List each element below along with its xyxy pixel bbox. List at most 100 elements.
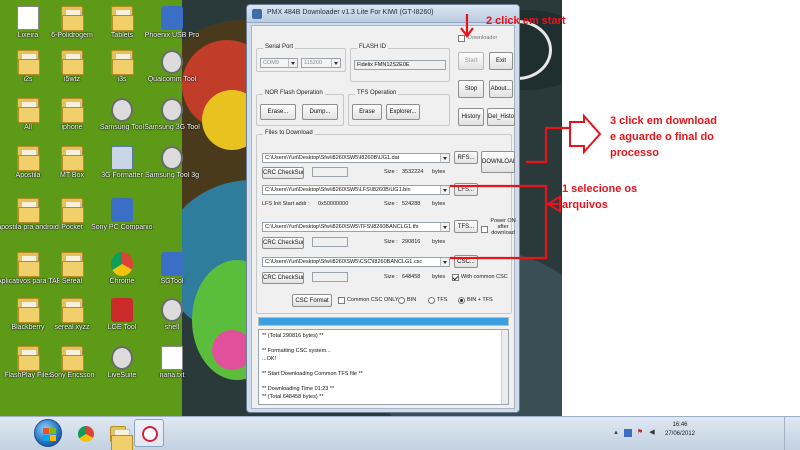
common-csc-only-label: Common CSC ONLY (347, 297, 399, 303)
tfs-radio-label: TFS (437, 297, 448, 303)
taskbar-chrome[interactable] (70, 419, 100, 447)
taskbar: ▴ ⚑ ◀ 16:46 27/06/2012 (0, 416, 800, 450)
with-common-csc-label: With common CSC (461, 274, 508, 280)
tfs-bytes-label: bytes (432, 239, 446, 245)
folder-icon (17, 252, 40, 277)
power-on-label: Power ON after download (490, 218, 516, 236)
folder-icon (61, 50, 84, 75)
downloader-app-icon (142, 426, 158, 442)
window-title-bar[interactable]: PMX 484B Downloader v1.3 Lite For KIWI (… (247, 5, 519, 23)
desktop-icon-label: Samsung Tool 3g (145, 172, 199, 179)
serial-port-group-label: Serial Port (263, 44, 296, 50)
taskbar-explorer[interactable] (102, 419, 133, 450)
downloader-checkbox[interactable] (458, 35, 465, 42)
app-icon (111, 298, 133, 322)
rfs-crc-field (312, 167, 348, 177)
rfs-crc-button[interactable]: CRC CheckSum (262, 167, 304, 179)
desktop-icon-label: Samsung 3G Tool (144, 124, 200, 131)
app-icon (161, 98, 183, 122)
stop-button[interactable]: Stop (458, 80, 484, 98)
tfs-size-label: Size : (384, 239, 398, 245)
folder-icon (17, 146, 40, 171)
desktop-icon-label: shell (164, 324, 180, 331)
desktop-icon[interactable]: Sony PC Companion 2.1 (91, 196, 153, 252)
baud-rate-select[interactable]: 115200 (301, 58, 341, 68)
baud-rate-value: 115200 (304, 60, 322, 66)
exit-button[interactable]: Exit (489, 52, 513, 70)
start-button[interactable]: Start (458, 52, 484, 70)
files-group-label: Files to Download (263, 130, 315, 136)
rfs-path: C:\Users\Yuri\Desktop\Sfw\i8260\SW5\I826… (265, 155, 400, 161)
folder-icon (61, 198, 84, 223)
com-port-value: COM9 (263, 60, 279, 66)
clock-time: 16:46 (672, 422, 688, 428)
app-icon (161, 50, 183, 74)
tfs-erase-button[interactable]: Erase (352, 104, 382, 120)
explorer-button[interactable]: Explorer... (386, 104, 420, 120)
taskbar-downloader[interactable] (134, 419, 164, 447)
flag-icon[interactable]: ⚑ (636, 429, 644, 437)
app-icon (111, 346, 133, 370)
folder-icon (61, 98, 84, 123)
about-button[interactable]: About... (489, 80, 513, 98)
clock[interactable]: 16:46 27/06/2012 (650, 421, 710, 439)
rfs-browse-button[interactable]: RFS... (454, 151, 478, 164)
common-csc-only-checkbox[interactable] (338, 297, 345, 304)
app-icon (161, 146, 183, 170)
annotation-step-1-line-2: arquivos (562, 199, 608, 211)
csc-size-label: Size : (384, 274, 398, 280)
rfs-bytes-label: bytes (432, 169, 446, 175)
lfs-size-value: 524288 (402, 201, 421, 207)
start-button[interactable] (34, 419, 62, 447)
bin-tfs-radio[interactable] (458, 297, 465, 304)
desktop-icon-label: nana.txt (159, 372, 185, 379)
bin-radio[interactable] (398, 297, 405, 304)
nor-flash-group-label: NOR Flash Operation (263, 90, 325, 96)
del-history-button[interactable]: Del_History (487, 108, 515, 126)
desktop-icon[interactable]: Samsung Tool 3g (141, 144, 203, 200)
csc-format-button[interactable]: CSC Format (292, 294, 332, 307)
app-icon (252, 9, 262, 19)
csc-file-select[interactable]: C:\Users\Yuri\Desktop\Sfw\i8260\SW5\CSC\… (262, 257, 450, 267)
power-on-checkbox[interactable] (481, 226, 488, 233)
network-icon[interactable] (624, 429, 632, 437)
csc-bytes-label: bytes (432, 274, 446, 280)
dump-button[interactable]: Dump... (302, 104, 338, 120)
tfs-operation-group-label: TFS Operation (355, 90, 399, 96)
history-button[interactable]: History (458, 108, 484, 126)
desktop-icon-label: Phoenix USB Pro (144, 32, 200, 39)
log-scrollbar[interactable] (501, 330, 508, 404)
desktop-icon-label: SGTool (160, 278, 184, 285)
show-desktop-button[interactable] (784, 417, 800, 450)
desktop-icon[interactable]: nana.txt (141, 344, 203, 400)
with-common-csc-checkbox[interactable] (452, 274, 459, 281)
log-output[interactable]: ** (Total 290816 bytes) ** ** Formatting … (258, 329, 509, 405)
app-icon (161, 346, 183, 370)
folder-icon (61, 146, 84, 171)
folder-icon (110, 426, 133, 450)
tfs-file-select[interactable]: C:\Users\Yuri\Desktop\Sfw\i8260\SW5\TFS\… (262, 222, 450, 232)
chevron-up-icon[interactable]: ▴ (612, 429, 620, 437)
csc-crc-button[interactable]: CRC CheckSum (262, 272, 304, 284)
com-port-select[interactable]: COM9 (260, 58, 298, 68)
bin-radio-label: BIN (407, 297, 417, 303)
app-icon (17, 6, 39, 30)
tfs-path: C:\Users\Yuri\Desktop\Sfw\i8260\SW5\TFS\… (265, 224, 419, 230)
lfs-browse-button[interactable]: LFS... (454, 183, 478, 196)
erase-button[interactable]: Erase... (260, 104, 296, 120)
folder-icon (17, 346, 40, 371)
windows-logo-icon (43, 435, 49, 441)
tfs-radio[interactable] (428, 297, 435, 304)
windows-logo-icon (50, 435, 56, 441)
download-button[interactable]: DOWNLOAD (481, 151, 515, 173)
folder-icon (17, 98, 40, 123)
tfs-browse-button[interactable]: TFS... (454, 220, 478, 233)
folder-icon (61, 6, 84, 31)
csc-browse-button[interactable]: CSC... (454, 255, 478, 268)
lfs-file-select[interactable]: C:\Users\Yuri\Desktop\Sfw\i8260\SW5\LFS\… (262, 185, 450, 195)
downloader-label: Downloader (468, 35, 498, 41)
screen: Lixeira 6-Polidrogem Tablets Phoenix USB Pr… (0, 0, 800, 450)
app-icon (111, 252, 133, 276)
rfs-file-select[interactable]: C:\Users\Yuri\Desktop\Sfw\i8260\SW5\I826… (262, 153, 450, 163)
tfs-crc-button[interactable]: CRC CheckSum (262, 237, 304, 249)
